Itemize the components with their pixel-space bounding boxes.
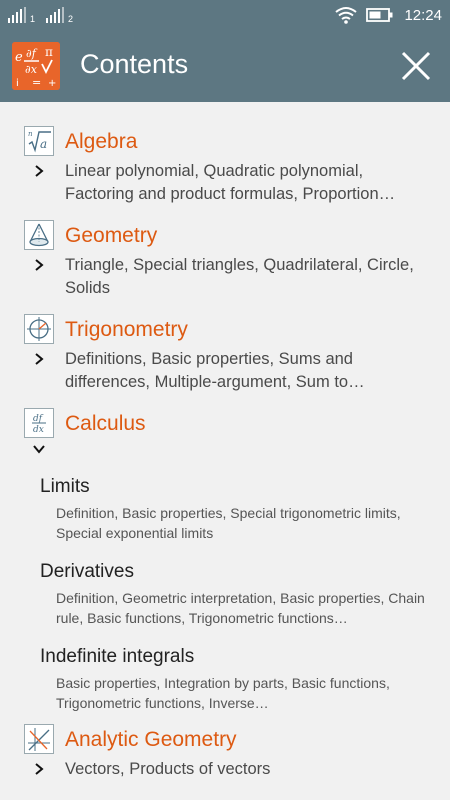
section-analytic-geometry[interactable]: Analytic Geometry Vectors, Products of v… [0,724,450,800]
section-algebra[interactable]: n a Algebra Linear polynomial, Quadratic… [0,126,450,214]
signal-icon [46,7,64,23]
svg-text:∂x: ∂x [25,63,38,76]
clock: 12:24 [404,7,442,24]
section-title[interactable]: Calculus [65,412,146,436]
section-description: Linear polynomial, Quadratic polynomial,… [65,162,396,203]
close-icon[interactable] [398,48,434,84]
battery-icon [366,8,393,22]
section-description: Vectors, Products of vectors [65,760,271,778]
section-trigonometry[interactable]: Trigonometry Definitions, Basic properti… [0,314,450,402]
section-geometry[interactable]: Geometry Triangle, Special triangles, Qu… [0,220,450,308]
sim2-label: 2 [68,14,74,24]
axes-icon [24,724,54,754]
svg-text:e: e [15,50,23,65]
svg-text:=: = [32,76,41,89]
section-calculus[interactable]: df dx Calculus Limits Definition, Basic … [0,408,450,712]
svg-text:i: i [16,78,19,89]
subsection-description: Basic properties, Integration by parts, … [56,675,390,711]
app-bar: e ∂f ∂x π i = + Contents [0,30,450,102]
contents-list: n a Algebra Linear polynomial, Quadratic… [0,102,450,800]
chevron-right-icon[interactable] [32,164,46,178]
subsection-title[interactable]: Derivatives [40,561,134,583]
section-title[interactable]: Analytic Geometry [65,728,237,752]
subsection-description: Definition, Basic properties, Special tr… [56,505,401,541]
cone-icon [24,220,54,250]
close-button[interactable] [398,48,434,84]
section-title[interactable]: Trigonometry [65,318,188,342]
status-bar: 1 2 12:24 [0,0,450,30]
svg-text:n: n [28,130,33,138]
chevron-down-icon[interactable] [32,442,46,456]
section-title[interactable]: Geometry [65,224,157,248]
chevron-right-icon[interactable] [32,258,46,272]
chevron-right-icon[interactable] [32,352,46,366]
svg-text:+: + [48,78,56,89]
subsection-derivatives[interactable]: Derivatives Definition, Geometric interp… [0,561,450,631]
page-title: Contents [80,49,189,79]
section-description: Definitions, Basic properties, Sums and … [65,350,365,391]
subsection-description: Definition, Geometric interpretation, Ba… [56,590,425,626]
svg-text:a: a [40,137,47,151]
wifi-icon [335,7,357,24]
chevron-right-icon[interactable] [32,762,46,776]
subsection-title[interactable]: Indefinite integrals [40,646,194,668]
math-formulas-logo-icon: e ∂f ∂x π i = + [12,42,60,90]
sqrt-icon: n a [24,126,54,156]
sim1-label: 1 [30,14,36,24]
subsection-indefinite-integrals[interactable]: Indefinite integrals Basic properties, I… [0,646,450,716]
section-description: Triangle, Special triangles, Quadrilater… [65,256,414,297]
subsection-limits[interactable]: Limits Definition, Basic properties, Spe… [0,476,450,546]
signal-icon [8,7,26,23]
section-title[interactable]: Algebra [65,130,137,154]
unit-circle-icon [24,314,54,344]
svg-text:π: π [45,45,53,59]
subsection-title[interactable]: Limits [40,476,90,498]
svg-text:dx: dx [33,425,44,435]
derivative-icon: df dx [24,408,54,438]
